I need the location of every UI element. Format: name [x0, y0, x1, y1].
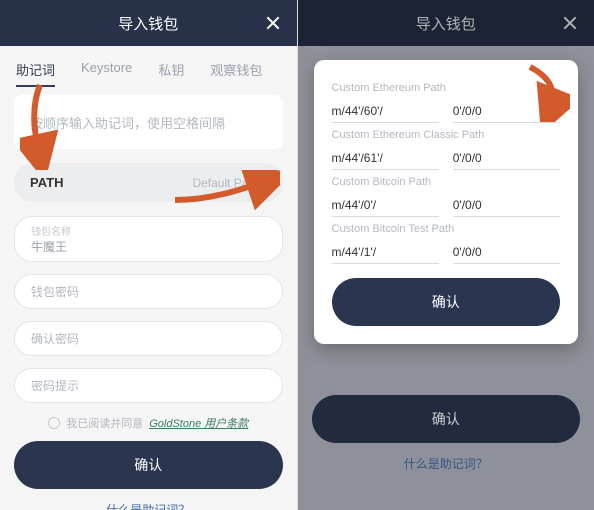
tab-watch[interactable]: 观察钱包 [210, 60, 262, 87]
tab-privatekey[interactable]: 私钥 [158, 60, 184, 87]
wallet-name-field[interactable]: 钱包名称 牛魔王 [14, 216, 283, 262]
tab-mnemonic[interactable]: 助记词 [16, 60, 55, 87]
path-prefix-input[interactable]: m/44'/60'/ [332, 100, 439, 123]
mnemonic-input[interactable]: 按顺序输入助记词，使用空格间隔 [14, 95, 283, 149]
path-value: Default Path [192, 176, 258, 190]
confirm-button[interactable]: 确认 [14, 441, 283, 489]
tab-keystore[interactable]: Keystore [81, 60, 132, 87]
close-icon[interactable] [562, 15, 578, 31]
path-suffix-input[interactable]: 0'/0/0 [453, 147, 560, 170]
mnemonic-placeholder: 按顺序输入助记词，使用空格间隔 [30, 116, 225, 131]
help-link: 什么是助记词？ [312, 455, 581, 472]
modal-confirm-button[interactable]: 确认 [332, 278, 561, 326]
header: 导入钱包 [298, 0, 594, 46]
path-section-label: Custom Bitcoin Test Path [332, 223, 561, 235]
path-suffix-input[interactable]: 0'/0/0 [453, 100, 560, 123]
help-link[interactable]: 什么是助记词？ [14, 501, 283, 510]
path-label: PATH [30, 175, 63, 190]
wallet-password-field[interactable]: 钱包密码 [14, 274, 283, 309]
path-prefix-input[interactable]: m/44'/0'/ [332, 194, 439, 217]
wallet-name-label: 钱包名称 [31, 223, 266, 238]
confirm-button-back: 确认 [312, 395, 581, 443]
path-suffix-input[interactable]: 0'/0/0 [453, 241, 560, 264]
terms-checkbox[interactable] [48, 417, 60, 429]
header-title: 导入钱包 [416, 13, 476, 34]
password-hint-field[interactable]: 密码提示 [14, 368, 283, 403]
path-section-label: Custom Bitcoin Path [332, 176, 561, 188]
chevron-right-icon: › [263, 176, 267, 190]
wallet-name-value: 牛魔王 [31, 238, 266, 255]
terms-text: 我已阅读并同意 [66, 415, 143, 431]
path-selector[interactable]: PATH Default Path › [14, 163, 283, 202]
tabs: 助记词 Keystore 私钥 观察钱包 [0, 46, 297, 95]
confirm-password-field[interactable]: 确认密码 [14, 321, 283, 356]
terms-row: 我已阅读并同意 GoldStone 用户条款 [14, 415, 283, 431]
terms-link[interactable]: GoldStone 用户条款 [149, 415, 248, 431]
close-icon[interactable] [265, 15, 281, 31]
path-suffix-input[interactable]: 0'/0/0 [453, 194, 560, 217]
path-prefix-input[interactable]: m/44'/61'/ [332, 147, 439, 170]
path-modal: Custom Ethereum Path m/44'/60'/ 0'/0/0 C… [314, 60, 579, 344]
path-section-label: Custom Ethereum Classic Path [332, 129, 561, 141]
header-title: 导入钱包 [118, 13, 178, 34]
header: 导入钱包 [0, 0, 297, 46]
path-section-label: Custom Ethereum Path [332, 82, 561, 94]
path-prefix-input[interactable]: m/44'/1'/ [332, 241, 439, 264]
